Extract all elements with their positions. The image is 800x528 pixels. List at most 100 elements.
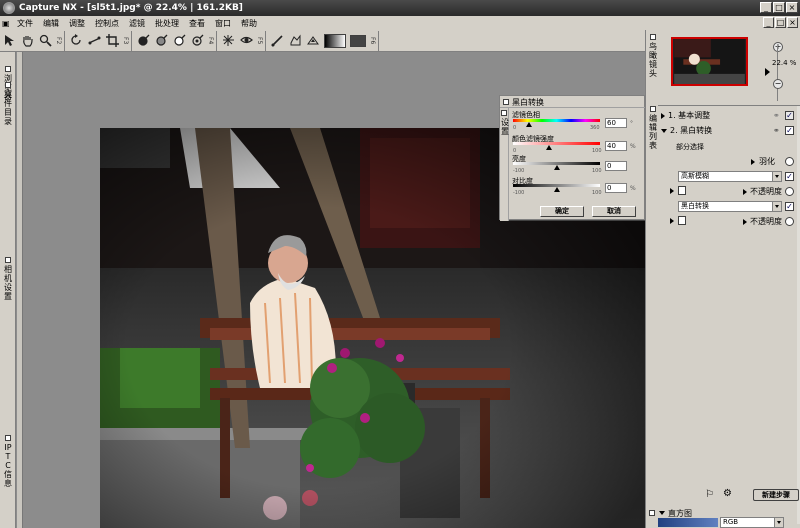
doc-icon[interactable]: ▣: [0, 19, 12, 28]
sub-step-dropdown[interactable]: 黑白转换: [678, 201, 782, 212]
toolbar-group-control-points: F4: [134, 30, 217, 51]
color-point-icon[interactable]: [189, 33, 205, 49]
brightness-slider-thumb[interactable]: [554, 165, 560, 170]
toolbar: F2 F3 F4 F5 F6: [0, 30, 645, 52]
bw-conversion-panel: 黑白转换 设置 滤镜色相 0 360 60 ° 颜色滤镜强度 0 100 40 …: [499, 95, 646, 221]
zoom-slider-handle[interactable]: [765, 68, 770, 76]
feather-radio[interactable]: [785, 157, 794, 166]
feather-label: 羽化: [759, 157, 775, 166]
straighten-icon[interactable]: [86, 33, 102, 49]
doc-minimize-button[interactable]: _: [763, 17, 774, 28]
canvas-edge-strip: [17, 52, 23, 528]
contrast-slider-thumb[interactable]: [554, 187, 560, 192]
step1-enable-checkbox[interactable]: ✓: [785, 111, 794, 120]
menu-help[interactable]: 帮助: [236, 18, 262, 29]
menu-adjust[interactable]: 调整: [64, 18, 90, 29]
opacity-radio-1[interactable]: [785, 187, 794, 196]
fill-icon[interactable]: [305, 33, 321, 49]
white-point-icon[interactable]: [171, 33, 187, 49]
menu-control-point[interactable]: 控制点: [90, 18, 124, 29]
navigator-thumbnail[interactable]: [671, 37, 748, 86]
menu-bar: ▣ 文件 编辑 调整 控制点 滤镜 批处理 查看 窗口 帮助 _ □ ×: [0, 16, 800, 30]
expand-icon[interactable]: [670, 218, 674, 224]
flag-icon[interactable]: ⚐: [705, 489, 714, 500]
toolbar-group-select: F2: [0, 30, 65, 51]
step2-enable-checkbox[interactable]: ✓: [785, 126, 794, 135]
saturation-slider[interactable]: [513, 142, 600, 145]
expand-icon[interactable]: [743, 189, 747, 195]
menu-view[interactable]: 查看: [184, 18, 210, 29]
close-button[interactable]: ×: [786, 2, 798, 13]
auto-retouch-icon[interactable]: [220, 33, 236, 49]
pin-icon: [650, 34, 656, 40]
zoom-in-icon[interactable]: +: [773, 42, 783, 52]
pin-icon[interactable]: [503, 99, 509, 105]
crop-icon[interactable]: [104, 33, 120, 49]
menu-batch[interactable]: 批处理: [150, 18, 184, 29]
new-step-button[interactable]: 新建步骤: [753, 489, 799, 501]
rotate-icon[interactable]: [68, 33, 84, 49]
toolbar-group-retouch: F5: [219, 30, 266, 51]
opacity-radio-2[interactable]: [785, 217, 794, 226]
right-dock: 鸟瞰镜头 + 22.4 % − 编辑列表 1. 基本调整 ✓ ⚭ 2. 黑白转换…: [645, 30, 800, 528]
neutral-point-icon[interactable]: [153, 33, 169, 49]
histogram-preview: [658, 518, 718, 527]
gear-icon[interactable]: ⚙: [723, 488, 732, 499]
toolbar-group-key: F6: [369, 36, 376, 45]
contrast-value-field[interactable]: 0: [605, 183, 627, 193]
menu-window[interactable]: 窗口: [210, 18, 236, 29]
tab-birds-eye[interactable]: 鸟瞰镜头: [647, 34, 659, 78]
window-title: Capture NX - [sl5t1.jpg* @ 22.4% | 161.2…: [19, 3, 243, 13]
blend-mode-dropdown[interactable]: 高斯模糊: [678, 171, 782, 182]
tab-camera-settings[interactable]: 相机设置: [1, 257, 15, 301]
edit-list-panel: 1. 基本调整 ✓ ⚭ 2. 黑白转换 ✓ ⚭ 部分选择 羽化 高斯模糊 ✓ 不…: [658, 105, 800, 524]
brightness-value-field[interactable]: 0: [605, 161, 627, 171]
collapse-icon[interactable]: [659, 511, 665, 515]
expand-icon[interactable]: [751, 159, 755, 165]
chevron-down-icon: [772, 172, 781, 181]
direct-select-icon[interactable]: [1, 33, 17, 49]
lasso-icon[interactable]: [287, 33, 303, 49]
histogram-channel-dropdown[interactable]: RGB: [720, 517, 784, 528]
hand-icon[interactable]: [19, 33, 35, 49]
doc-maximize-button[interactable]: □: [775, 17, 786, 28]
ok-button[interactable]: 确定: [540, 206, 584, 217]
hue-value-field[interactable]: 60: [605, 118, 627, 128]
minimize-button[interactable]: _: [760, 2, 772, 13]
maximize-button[interactable]: □: [773, 2, 785, 13]
opacity-label-1: 不透明度: [750, 187, 782, 196]
left-dock: 浏览器 文件目录 相机设置 IPTC信息: [0, 52, 16, 528]
doc-close-button[interactable]: ×: [787, 17, 798, 28]
toolbar-group-key: F5: [256, 36, 263, 45]
bw-settings-tab[interactable]: 设置: [500, 108, 509, 221]
saturation-value-field[interactable]: 40: [605, 141, 627, 151]
selection-brush-icon[interactable]: [269, 33, 285, 49]
expand-icon[interactable]: [661, 112, 665, 119]
navigator-image: [674, 39, 745, 84]
collapse-icon[interactable]: [661, 128, 667, 133]
zoom-icon[interactable]: [37, 33, 53, 49]
zoom-slider[interactable]: [777, 46, 778, 101]
tab-iptc[interactable]: IPTC信息: [1, 435, 15, 488]
expand-icon[interactable]: [670, 188, 674, 194]
saturation-slider-thumb[interactable]: [546, 145, 552, 150]
blend-mode-checkbox[interactable]: ✓: [785, 172, 794, 181]
cancel-button[interactable]: 取消: [592, 206, 636, 217]
color-swatch[interactable]: [350, 34, 366, 47]
gradient-swatch[interactable]: [324, 33, 346, 48]
menu-filter[interactable]: 滤镜: [124, 18, 150, 29]
expand-icon[interactable]: [743, 219, 747, 225]
menu-edit[interactable]: 编辑: [38, 18, 64, 29]
zoom-out-icon[interactable]: −: [773, 79, 783, 89]
red-eye-icon[interactable]: [238, 33, 254, 49]
mask-icon: [678, 216, 686, 225]
link-icon[interactable]: ⚭: [773, 126, 780, 135]
opacity-label-2: 不透明度: [750, 217, 782, 226]
menu-file[interactable]: 文件: [12, 18, 38, 29]
link-icon[interactable]: ⚭: [773, 111, 780, 120]
sub-step-checkbox[interactable]: ✓: [785, 202, 794, 211]
pin-icon[interactable]: [649, 510, 655, 516]
hue-slider-thumb[interactable]: [526, 122, 532, 127]
tab-folders[interactable]: 文件目录: [1, 82, 15, 126]
black-point-icon[interactable]: [135, 33, 151, 49]
